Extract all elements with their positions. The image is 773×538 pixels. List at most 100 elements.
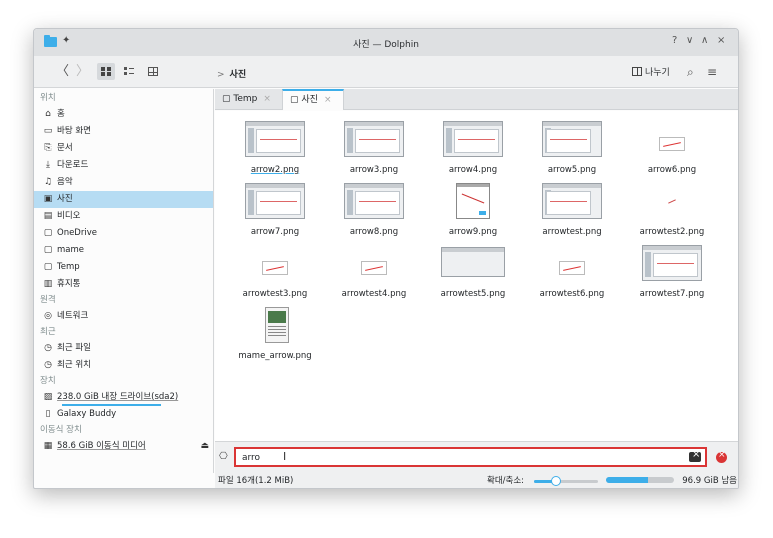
sidebar-item[interactable]: ⤓ 다운로드 (34, 157, 213, 174)
sidebar-item-label: 홈 (57, 109, 65, 119)
file-item[interactable]: arrowtest.png (522, 181, 622, 243)
thumb-titlebar (442, 248, 504, 252)
back-button[interactable]: 〈 (56, 63, 69, 81)
close-window-button[interactable]: × (717, 35, 725, 46)
sidebar-item-label: 음악 (57, 177, 73, 187)
filter-field[interactable]: I (234, 447, 707, 467)
split-button[interactable]: 나누기 (632, 65, 670, 78)
thumb-titlebar (246, 122, 304, 126)
places-panel: 위치 ⌂ 홈 ▭ 바탕 화면 ⎘ 문서 ⤓ 다운로드 ♫ 음악 ▣ 사진 ▤ 비디오 ▢ OneDrive ▢ ma… (34, 89, 214, 473)
thumb-pane (546, 129, 591, 153)
sidebar-item-label: 문서 (57, 143, 73, 153)
search-button[interactable]: ⌕ (687, 63, 694, 81)
sidebar-item[interactable]: ♫ 음악 (34, 174, 213, 191)
file-item[interactable]: arrow7.png (225, 181, 325, 243)
file-item[interactable]: arrow6.png (622, 119, 722, 181)
sidebar-item[interactable]: ⎘ 문서 (34, 140, 213, 157)
file-item[interactable]: arrowtest2.png (622, 181, 722, 243)
file-name: arrow8.png (349, 227, 399, 237)
file-name: arrow2.png (250, 165, 300, 175)
forward-button[interactable]: 〉 (76, 63, 89, 81)
thumb-titlebar (444, 122, 502, 126)
eject-icon[interactable]: ⏏ (200, 438, 209, 455)
file-thumbnail (324, 181, 424, 221)
file-name: arrowtest7.png (639, 289, 705, 299)
folder-icon: ▢ (43, 228, 53, 238)
sidebar-item[interactable]: ▤ 비디오 (34, 208, 213, 225)
help-button[interactable]: ? (672, 35, 677, 46)
thumb-pane (546, 191, 591, 215)
sidebar-item[interactable]: ▭ 바탕 화면 (34, 123, 213, 140)
file-item[interactable]: arrow8.png (324, 181, 424, 243)
filter-input[interactable] (242, 451, 642, 465)
breadcrumb[interactable]: > 사진 (217, 67, 246, 80)
file-item[interactable]: mame_arrow.png (225, 305, 325, 367)
breadcrumb-separator: > (217, 70, 225, 80)
tab-close-icon[interactable]: × (324, 95, 332, 105)
menu-button[interactable]: ≡ (707, 63, 717, 81)
file-item[interactable]: arrow2.png (225, 119, 325, 181)
file-item[interactable]: arrow3.png (324, 119, 424, 181)
sidebar-item[interactable]: ⌂ 홈 (34, 106, 213, 123)
sidebar-item[interactable]: ▢ Temp (34, 259, 213, 276)
sidebar-item[interactable]: ▥ 휴지통 (34, 276, 213, 293)
file-thumbnail (622, 181, 722, 221)
arrow-thumbnail (262, 261, 288, 275)
file-item[interactable]: arrowtest4.png (324, 243, 424, 305)
file-item[interactable]: arrowtest6.png (522, 243, 622, 305)
sidebar-item[interactable]: ▢ mame (34, 242, 213, 259)
file-item[interactable]: arrow9.png (423, 181, 523, 243)
screenshot-thumbnail (542, 121, 602, 157)
title-bar: ✦ 사진 — Dolphin ? ∨ ∧ × (34, 29, 738, 56)
file-thumbnail (522, 181, 622, 221)
sidebar-item[interactable]: ▣ 사진 (34, 191, 213, 208)
icons-view-button[interactable] (97, 63, 115, 80)
file-item[interactable]: arrowtest5.png (423, 243, 523, 305)
sidebar-item-label: 58.6 GiB 이동식 미디어 (57, 441, 146, 451)
breadcrumb-current[interactable]: 사진 (230, 70, 247, 80)
tab-bar: ▢ Temp × ▢ 사진 × (215, 89, 738, 110)
file-item[interactable]: arrow4.png (423, 119, 523, 181)
sidebar-item[interactable]: ◷ 최근 파일 (34, 340, 213, 357)
minimize-button[interactable]: ∨ (686, 35, 693, 46)
details-view-button[interactable] (144, 63, 162, 80)
filter-icon: ⎔ (219, 451, 228, 462)
text-cursor-icon: I (283, 450, 287, 463)
split-view-icon (632, 67, 642, 76)
arrow-thumbnail (559, 261, 585, 275)
sidebar-item[interactable]: ◷ 최근 위치 (34, 357, 213, 374)
file-name: arrowtest2.png (639, 227, 705, 237)
sidebar-item[interactable]: ▯ Galaxy Buddy (34, 406, 213, 423)
screenshot-thumbnail (441, 247, 505, 277)
tab-close-icon[interactable]: × (263, 94, 271, 104)
sidebar-item[interactable]: ▦ 58.6 GiB 이동식 미디어 ⏏ (34, 438, 213, 455)
clear-filter-icon[interactable] (689, 449, 701, 462)
file-item[interactable]: arrowtest7.png (622, 243, 722, 305)
sidebar-item[interactable]: ▢ OneDrive (34, 225, 213, 242)
thumb-sidebar (446, 128, 452, 153)
zoom-slider-handle[interactable] (551, 476, 562, 486)
sidebar-item-label: 다운로드 (57, 160, 89, 170)
screenshot-thumbnail (642, 245, 702, 281)
file-name: arrow3.png (349, 165, 399, 175)
close-filter-icon[interactable] (716, 450, 727, 463)
file-name: arrowtest3.png (242, 289, 308, 299)
file-thumbnail (225, 243, 325, 283)
tab-temp[interactable]: ▢ Temp × (215, 89, 281, 110)
tab-pictures[interactable]: ▢ 사진 × (282, 89, 344, 110)
compact-view-button[interactable] (120, 63, 138, 80)
zoom-slider[interactable] (534, 476, 598, 486)
maximize-button[interactable]: ∧ (701, 35, 708, 46)
filter-bar: ⎔ I (215, 441, 738, 472)
file-thumbnail (324, 243, 424, 283)
file-item[interactable]: arrowtest3.png (225, 243, 325, 305)
sidebar-item[interactable]: ◎ 네트워크 (34, 308, 213, 325)
details-view-icon (148, 67, 158, 76)
zoom-label: 확대/축소: (487, 476, 525, 486)
screenshot-thumbnail (542, 183, 602, 219)
sidebar-item-label: OneDrive (57, 228, 97, 238)
sidebar-item-label: mame (57, 245, 84, 255)
file-name: arrowtest5.png (440, 289, 506, 299)
file-item[interactable]: arrow5.png (522, 119, 622, 181)
file-view[interactable]: arrow2.png arrow3.png arrow4.png arrow5.png… (215, 111, 738, 441)
